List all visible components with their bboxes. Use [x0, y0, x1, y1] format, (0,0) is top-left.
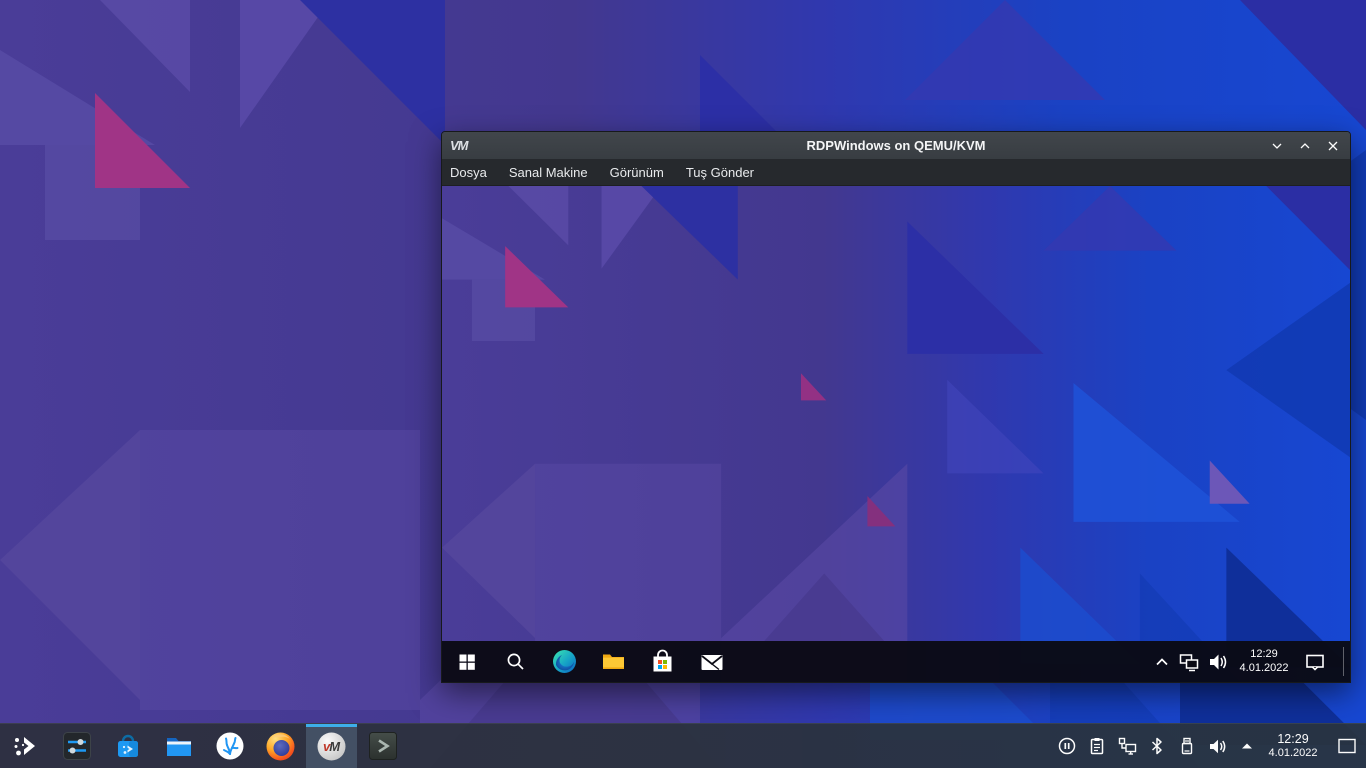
virt-manager-window: VM RDPWindows on QEMU/KVM Dosya Sanal Ma…: [441, 131, 1351, 683]
vm-window-titlebar[interactable]: VM RDPWindows on QEMU/KVM: [442, 132, 1350, 159]
menu-gorunum[interactable]: Görünüm: [610, 165, 664, 180]
guest-time: 12:29: [1250, 647, 1278, 660]
discover-software-center-icon[interactable]: [102, 724, 153, 768]
wired-network-icon[interactable]: [1112, 724, 1142, 768]
show-desktop-icon[interactable]: [1334, 724, 1360, 768]
terminal-icon[interactable]: [357, 724, 408, 768]
close-button[interactable]: [1324, 137, 1342, 155]
host-clock[interactable]: 12:29 4.01.2022: [1262, 724, 1324, 768]
guest-taskbar: 12:29 4.01.2022: [442, 641, 1350, 682]
start-button[interactable]: [442, 641, 491, 682]
edge-icon[interactable]: [540, 641, 589, 682]
guest-display[interactable]: 12:29 4.01.2022: [442, 186, 1350, 682]
maximize-button[interactable]: [1296, 137, 1314, 155]
file-explorer-icon[interactable]: [589, 641, 638, 682]
vm-menubar: Dosya Sanal Makine Görünüm Tuş Gönder: [442, 159, 1350, 186]
expand-tray-icon[interactable]: [1232, 724, 1262, 768]
clipboard-icon[interactable]: [1082, 724, 1112, 768]
coral-app-icon[interactable]: [204, 724, 255, 768]
bluetooth-icon[interactable]: [1142, 724, 1172, 768]
host-time: 12:29: [1277, 732, 1309, 747]
file-manager-icon[interactable]: [153, 724, 204, 768]
desktop: { "host": { "wallpaper_colors": { "purpl…: [0, 0, 1366, 768]
guest-show-desktop[interactable]: [1343, 647, 1344, 676]
minimize-button[interactable]: [1268, 137, 1286, 155]
hidden-icons-chevron-icon[interactable]: [1149, 641, 1175, 682]
vm-window-title: RDPWindows on QEMU/KVM: [806, 138, 986, 153]
media-pause-icon[interactable]: [1052, 724, 1082, 768]
app-launcher-icon[interactable]: [0, 724, 51, 768]
action-center-icon[interactable]: [1295, 641, 1335, 682]
menu-dosya[interactable]: Dosya: [450, 165, 487, 180]
system-settings-icon[interactable]: [51, 724, 102, 768]
virt-manager-task[interactable]: vM: [306, 724, 357, 768]
guest-volume-icon[interactable]: [1203, 641, 1233, 682]
removable-device-icon[interactable]: [1172, 724, 1202, 768]
host-panel: vM 12:29 4.01.2022: [0, 723, 1366, 768]
firefox-icon[interactable]: [255, 724, 306, 768]
ethernet-icon[interactable]: [1175, 641, 1203, 682]
microsoft-store-icon[interactable]: [638, 641, 687, 682]
volume-icon[interactable]: [1202, 724, 1232, 768]
mail-icon[interactable]: [687, 641, 736, 682]
virt-manager-logo-icon: VM: [450, 138, 468, 153]
search-icon[interactable]: [491, 641, 540, 682]
guest-clock[interactable]: 12:29 4.01.2022: [1233, 641, 1295, 682]
guest-date: 4.01.2022: [1239, 661, 1289, 674]
host-date: 4.01.2022: [1268, 746, 1318, 759]
svg-text:vM: vM: [323, 739, 341, 754]
guest-wallpaper: [442, 186, 1350, 682]
menu-tus-gonder[interactable]: Tuş Gönder: [686, 165, 754, 180]
menu-sanal-makine[interactable]: Sanal Makine: [509, 165, 588, 180]
